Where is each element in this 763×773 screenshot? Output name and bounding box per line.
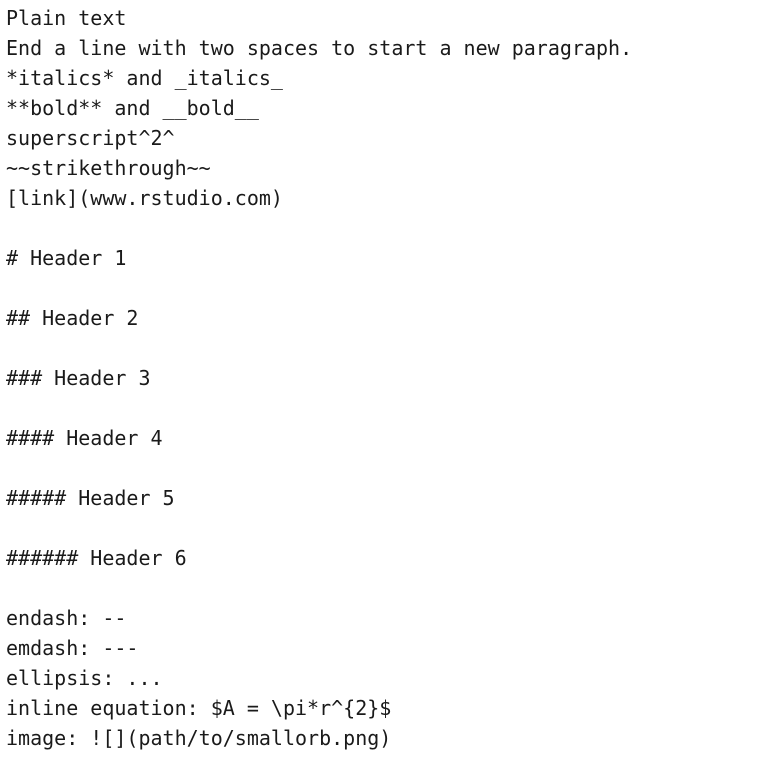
text-line-header-2: ## Header 2 [6,306,139,330]
text-line-endash: endash: -- [6,606,127,630]
text-line-strikethrough: ~~strikethrough~~ [6,156,211,180]
text-line-link: [link](www.rstudio.com) [6,186,283,210]
text-line-header-6: ###### Header 6 [6,546,187,570]
text-line-header-4: #### Header 4 [6,426,163,450]
text-line-bold: **bold** and __bold__ [6,96,259,120]
text-line-superscript: superscript^2^ [6,126,175,150]
text-line-inline-equation: inline equation: $A = \pi*r^{2}$ [6,696,392,720]
text-line-italics: *italics* and _italics_ [6,66,283,90]
text-line-image: image: ![](path/to/smallorb.png) [6,726,392,750]
text-line-emdash: emdash: --- [6,636,139,660]
text-line-ellipsis: ellipsis: ... [6,666,163,690]
markdown-cheatsheet-text: Plain text End a line with two spaces to… [6,3,761,753]
text-line-header-3: ### Header 3 [6,366,151,390]
text-line-plain-text: Plain text [6,6,127,30]
text-line-header-1: # Header 1 [6,246,127,270]
text-line-paragraph-tip: End a line with two spaces to start a ne… [6,36,633,60]
text-line-header-5: ##### Header 5 [6,486,175,510]
